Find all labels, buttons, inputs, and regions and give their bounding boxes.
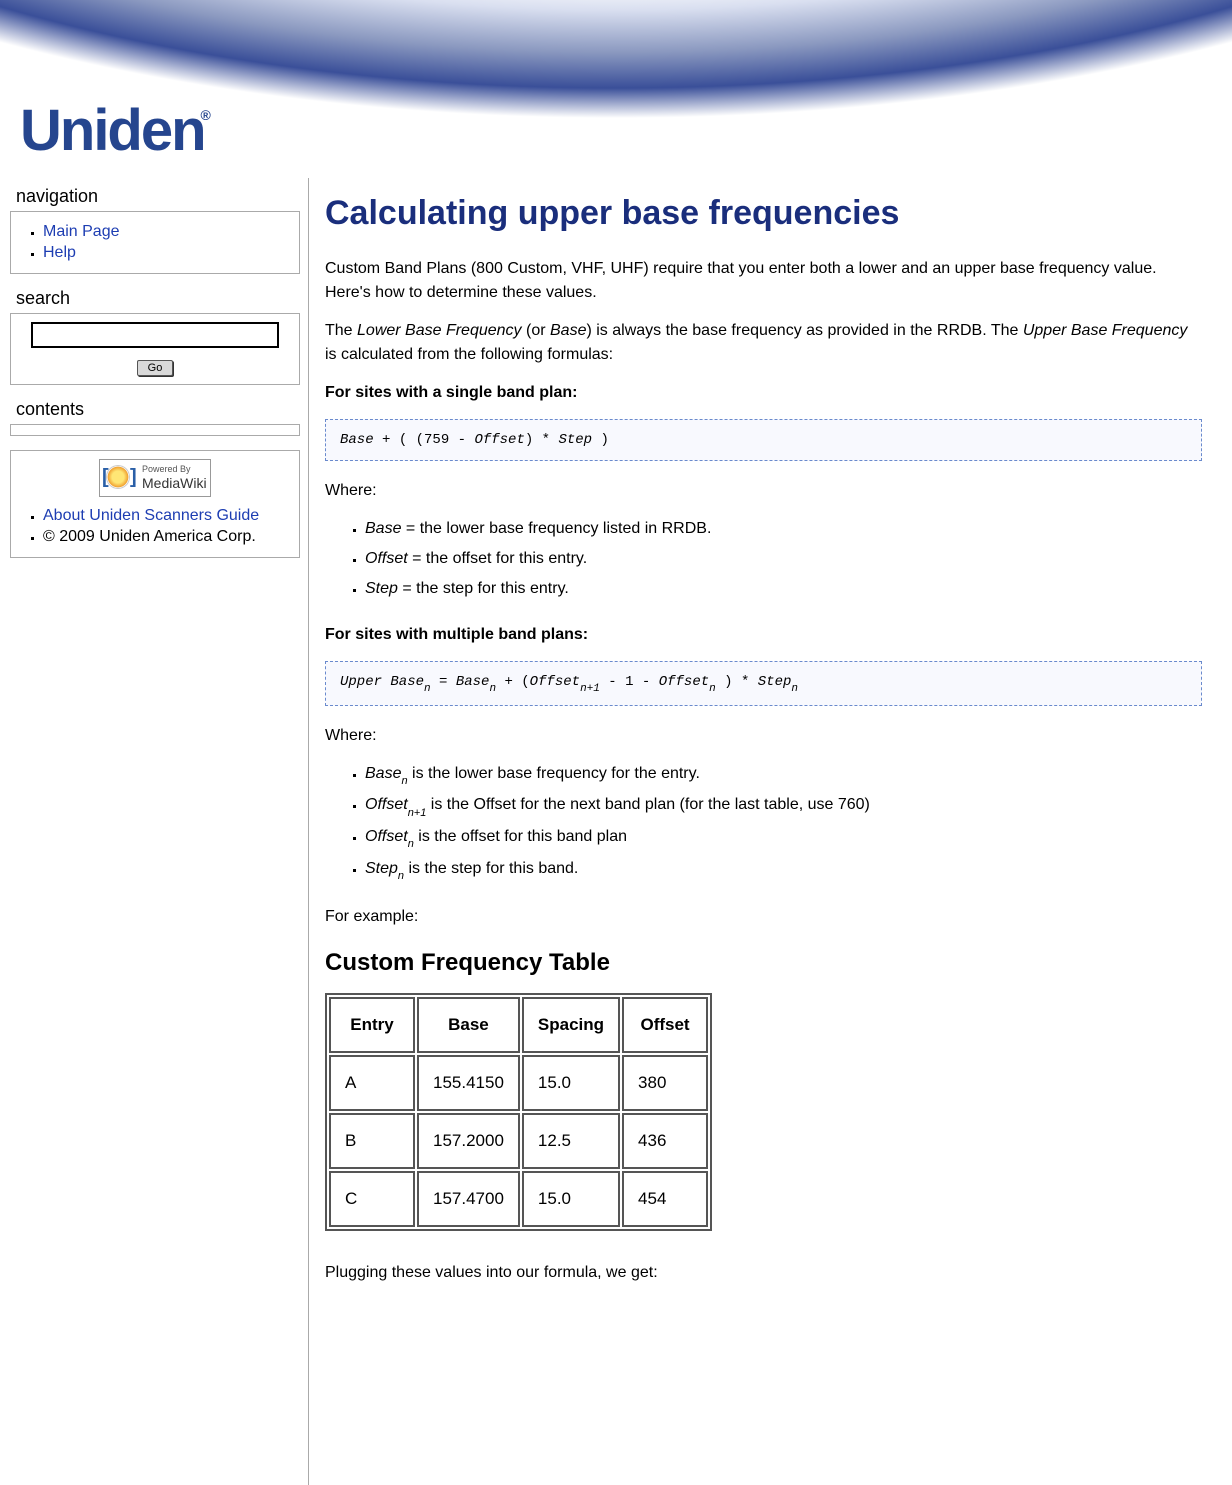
list-item: Offsetn+1 is the Offset for the next ban… [365, 793, 1202, 819]
list-item: Stepn is the step for this band. [365, 857, 1202, 883]
col-spacing: Spacing [522, 997, 620, 1053]
contents-box [10, 424, 300, 436]
for-example-label: For example: [325, 905, 1202, 929]
list-item: Base = the lower base frequency listed i… [365, 517, 1202, 541]
search-input[interactable] [31, 322, 279, 348]
single-defs-list: Base = the lower base frequency listed i… [325, 517, 1202, 601]
search-go-button[interactable]: Go [137, 360, 174, 376]
list-item: Step = the step for this entry. [365, 577, 1202, 601]
copyright-text: © 2009 Uniden America Corp. [43, 528, 289, 546]
intro-paragraph-2: The Lower Base Frequency (or Base) is al… [325, 319, 1202, 367]
where-label-2: Where: [325, 724, 1202, 748]
col-entry: Entry [329, 997, 415, 1053]
col-base: Base [417, 997, 520, 1053]
mediawiki-badge[interactable]: [ ] Powered By MediaWiki [99, 459, 211, 497]
table-header-row: Entry Base Spacing Offset [329, 997, 708, 1053]
about-link-guide[interactable]: About Uniden Scanners Guide [43, 507, 259, 524]
table-row: B 157.2000 12.5 436 [329, 1113, 708, 1169]
sunflower-icon [106, 465, 130, 489]
article-body: Calculating upper base frequencies Custo… [308, 178, 1232, 1485]
intro-paragraph-1: Custom Band Plans (800 Custom, VHF, UHF)… [325, 257, 1202, 305]
sidebar: navigation Main Page Help search Go cont… [0, 178, 308, 572]
plugging-paragraph: Plugging these values into our formula, … [325, 1261, 1202, 1285]
search-heading: search [16, 288, 300, 309]
list-item: Offset = the offset for this entry. [365, 547, 1202, 571]
site-logo: Uniden® [20, 97, 213, 164]
nav-link-help[interactable]: Help [43, 244, 76, 261]
single-band-heading: For sites with a single band plan: [325, 381, 1202, 405]
search-box: Go [10, 313, 300, 385]
multi-band-heading: For sites with multiple band plans: [325, 623, 1202, 647]
list-item: Offsetn is the offset for this band plan [365, 825, 1202, 851]
header-banner: Uniden® [0, 0, 1232, 178]
col-offset: Offset [622, 997, 708, 1053]
table-row: C 157.4700 15.0 454 [329, 1171, 708, 1227]
nav-box: Main Page Help [10, 211, 300, 274]
custom-frequency-table: Entry Base Spacing Offset A 155.4150 15.… [325, 993, 712, 1231]
nav-link-main-page[interactable]: Main Page [43, 223, 120, 240]
formula-single: Base + ( (759 - Offset) * Step ) [325, 419, 1202, 461]
multi-defs-list: Basen is the lower base frequency for th… [325, 762, 1202, 883]
about-box: [ ] Powered By MediaWiki About Uniden Sc… [10, 450, 300, 558]
table-row: A 155.4150 15.0 380 [329, 1055, 708, 1111]
list-item: Basen is the lower base frequency for th… [365, 762, 1202, 788]
nav-heading: navigation [16, 186, 300, 207]
freq-table-heading: Custom Frequency Table [325, 949, 1202, 977]
page-title: Calculating upper base frequencies [325, 194, 1202, 233]
contents-heading: contents [16, 399, 300, 420]
where-label-1: Where: [325, 479, 1202, 503]
formula-multi: Upper Basen = Basen + (Offsetn+1 - 1 - O… [325, 661, 1202, 706]
